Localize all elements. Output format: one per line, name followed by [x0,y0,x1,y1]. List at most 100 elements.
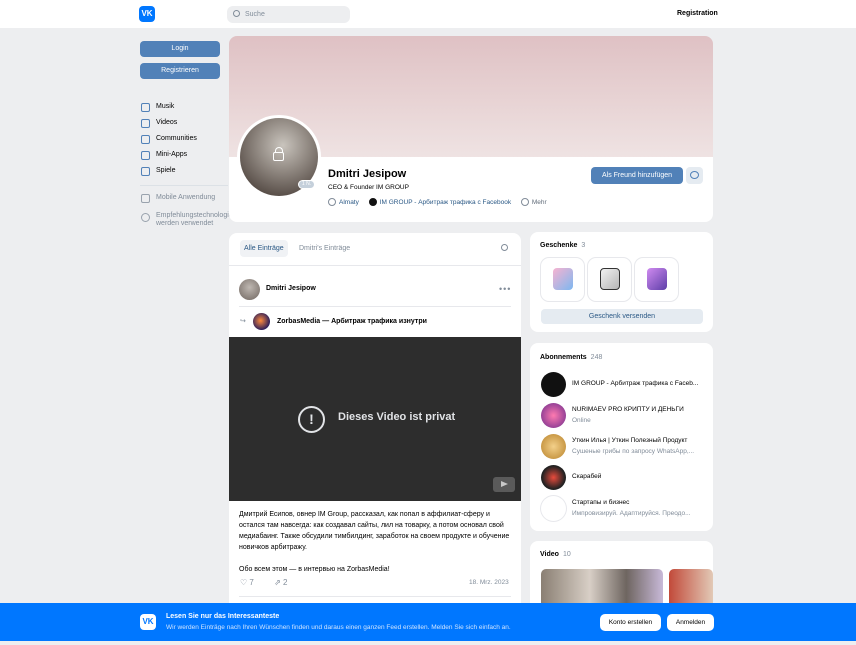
post-actions: ♡ 7 ⇗ 2 [240,578,305,587]
sidebar-divider [140,185,228,186]
sidebar-item-mini-apps[interactable]: Mini-Apps [140,147,230,163]
work-icon [368,198,377,206]
info-icon [141,213,150,222]
music-icon [141,103,150,112]
post-author-avatar[interactable] [239,279,260,300]
sidebar-item-label: Mini-Apps [156,151,188,158]
subscription-name[interactable]: NURIMAEV PRO КРИПТУ И ДЕНЬГИ [572,406,708,413]
top-bar: VK Suche Registration [0,0,856,28]
location-icon [328,198,336,206]
vk-logo[interactable]: VK [139,6,155,22]
sidebar-item-label: Musik [156,103,175,110]
gift-item[interactable] [541,258,584,301]
subscription-name[interactable]: IM GROUP - Арбитраж трафика с Faceb... [572,380,708,387]
sidebar-item-music[interactable]: Musik [140,99,230,115]
login-button[interactable]: Login [140,41,220,57]
profile-city[interactable]: Almaty [339,199,359,206]
search-icon [233,10,240,17]
gift-item[interactable] [588,258,631,301]
recommendation-info[interactable]: Empfehlungstechnologien werden verwendet [140,212,237,232]
subscriptions-count: 248 [590,354,603,361]
subscription-name[interactable]: Уткин Илья | Уткин Полезный Продукт [572,437,708,444]
divider [239,306,511,307]
youtube-icon[interactable] [493,477,515,492]
post-author-name[interactable]: Dmitri Jesipow [266,285,316,292]
subscription-desc: Сушеные грибы по запросу WhatsApp,... [572,448,695,455]
gift-item[interactable] [635,258,678,301]
subscriptions-title[interactable]: Abonnements 248 [540,354,602,361]
subscription-name[interactable]: Скарабей [572,473,708,480]
gifts-title-text: Geschenke [540,242,578,249]
phone-icon [141,194,150,203]
subscription-avatar[interactable] [541,434,566,459]
sidebar-item-label: Mobile Anwendung [156,194,216,201]
share-button[interactable]: ⇗ 2 [274,578,296,587]
tab-all-entries[interactable]: Alle Einträge [240,240,288,257]
gifts-count: 3 [581,242,586,249]
info-icon [520,198,529,206]
profile-subtitle: CEO & Founder IM GROUP [328,184,409,191]
post-date[interactable]: 18. Mrz. 2023 [469,579,509,586]
message-button[interactable] [686,167,703,184]
rec-line-1: Empfehlungstechnologien [156,212,237,219]
search-input[interactable]: Suche [227,6,350,23]
share-count: 2 [283,578,288,587]
sidebar-item-label: Communities [156,135,197,142]
games-icon [141,167,150,176]
tab-own-entries[interactable]: Dmitri's Einträge [295,240,354,257]
subscription-avatar[interactable] [541,465,566,490]
add-friend-button[interactable]: Als Freund hinzufügen [591,167,683,184]
post-paragraph-2: Обо всем этом — в интервью на ZorbasMedi… [239,566,390,573]
communities-icon [141,135,150,144]
repost-icon: ↪ [240,318,246,325]
create-account-button[interactable]: Konto erstellen [600,614,661,631]
subscription-desc: Импровизируй. Адаптируйся. Преодо... [572,510,691,517]
gift-icon [647,268,667,290]
gift-icon [600,268,620,290]
sidebar-item-label: Videos [156,119,178,126]
video-private-message: Dieses Video ist privat [338,411,456,423]
subscription-avatar[interactable] [541,403,566,428]
warning-icon: ! [298,406,325,433]
avatar-badge: 1 N. [298,180,315,189]
repost-source-name[interactable]: ZorbasMedia — Арбитраж трафика изнутри [277,318,427,325]
post-more-icon[interactable]: ••• [499,284,511,294]
rec-line-2: werden verwendet [156,220,214,227]
subscription-avatar[interactable] [541,496,566,521]
sidebar-item-mobile-app[interactable]: Mobile Anwendung [140,190,230,206]
gifts-title[interactable]: Geschenke 3 [540,242,585,249]
repost-source-avatar[interactable] [253,313,270,330]
videos-title-text: Video [540,551,559,558]
vk-logo: VK [140,614,156,630]
left-sidebar: Login Registrieren Musik Videos Communit… [140,41,237,232]
banner-login-button[interactable]: Anmelden [667,614,714,631]
signup-banner: VK Lesen Sie nur das Interessanteste Wir… [0,603,856,641]
banner-text: Wir werden Einträge nach Ihren Wünschen … [166,624,511,631]
apps-icon [141,151,150,160]
search-placeholder: Suche [245,11,265,18]
post-paragraph-1: Дмитрий Есипов, овнер IM Group, рассказа… [239,511,510,551]
profile-work[interactable]: IM GROUP - Арбитраж трафика с Facebook [380,199,511,206]
subscription-desc: Online [572,417,591,424]
lock-icon [273,147,284,161]
like-button[interactable]: ♡ 7 [240,578,263,587]
subscription-name[interactable]: Стартапы и бизнес [572,499,708,506]
message-icon [690,171,699,179]
wall-search-icon[interactable] [501,244,508,251]
post-text: Дмитрий Есипов, овнер IM Group, рассказа… [239,509,514,586]
divider [239,596,511,597]
profile-name: Dmitri Jesipow [328,168,407,180]
profile-meta: Almaty IM GROUP - Арбитраж трафика с Fac… [328,198,547,206]
sidebar-item-label: Spiele [156,167,176,174]
profile-more[interactable]: Mehr [532,199,547,206]
subscription-avatar[interactable] [541,372,566,397]
sidebar-item-communities[interactable]: Communities [140,131,230,147]
sidebar-item-videos[interactable]: Videos [140,115,230,131]
video-icon [141,119,150,128]
registration-link[interactable]: Registration [677,10,718,17]
send-gift-button[interactable]: Geschenk versenden [541,309,703,324]
sidebar-item-games[interactable]: Spiele [140,163,230,179]
like-count: 7 [249,578,254,587]
videos-title[interactable]: Video 10 [540,551,571,558]
register-button[interactable]: Registrieren [140,63,220,79]
